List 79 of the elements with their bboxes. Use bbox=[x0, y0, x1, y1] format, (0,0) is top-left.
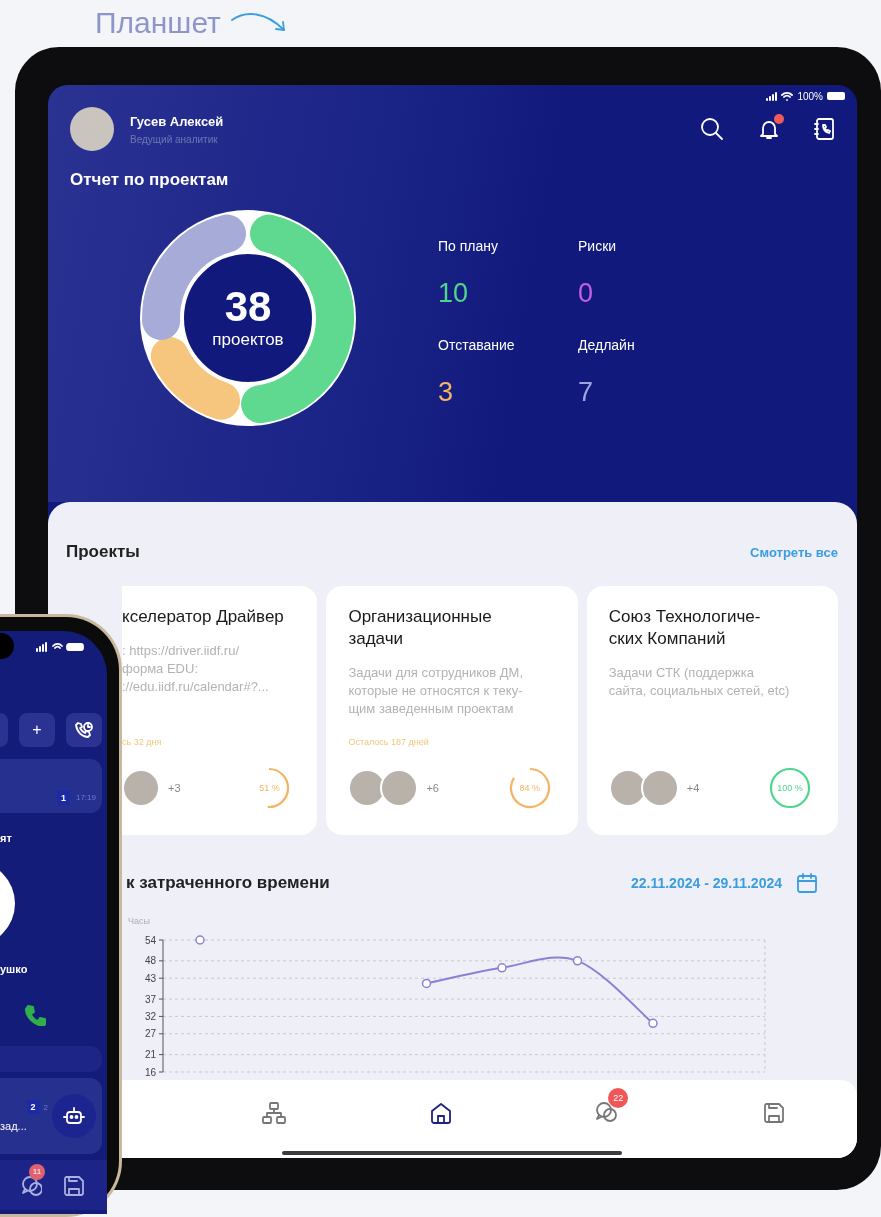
stat-label: Отставание bbox=[438, 336, 516, 355]
home-icon[interactable] bbox=[428, 1101, 453, 1125]
total-count: 38 bbox=[224, 285, 272, 329]
phone-clock-icon bbox=[74, 720, 94, 740]
axis-tick-label: 37 bbox=[144, 993, 156, 1005]
card-description: Задачи для сотрудников ДМ, которые не относятся к теку- щим заведенным проектам bbox=[348, 664, 525, 718]
robot-icon bbox=[63, 1105, 85, 1127]
task-secondary-count: 2 bbox=[43, 1102, 48, 1112]
axis-tick-label: 27 bbox=[144, 1028, 156, 1040]
task-card[interactable]: 2 2 зад... bbox=[0, 1078, 102, 1154]
battery-percent: 100% bbox=[797, 90, 823, 102]
add-button[interactable]: + bbox=[19, 713, 55, 747]
days-remaining: Осталось 187 дней bbox=[348, 736, 430, 748]
notification-badge: 22 bbox=[608, 1088, 629, 1108]
notification-badge: 11 bbox=[29, 1164, 45, 1180]
axis-tick-label: 48 bbox=[144, 955, 156, 967]
message-time: 17:19 bbox=[75, 792, 96, 804]
project-card[interactable]: Союз Технологиче- ских Компаний Задачи СТК (поддержка сайта, социальных сетей, etc) +4 100 % bbox=[586, 586, 838, 835]
caption-label: Планшет bbox=[95, 5, 221, 41]
hierarchy-icon[interactable] bbox=[261, 1101, 288, 1125]
user-name: Гусев Алексей bbox=[130, 113, 225, 129]
stat-label: Дедлайн bbox=[578, 336, 636, 355]
days-remaining: сь 32 дня bbox=[122, 736, 163, 748]
extra-members-count: +3 bbox=[168, 782, 182, 794]
data-point bbox=[195, 935, 205, 945]
contact-name: ят bbox=[0, 831, 13, 845]
axis-tick-label: 21 bbox=[144, 1049, 156, 1061]
progress-percent: 51 % bbox=[258, 782, 281, 795]
chat-bubbles-icon[interactable] bbox=[20, 1174, 42, 1196]
unread-count: 1 bbox=[56, 791, 70, 805]
axis-title: Часы bbox=[128, 916, 150, 926]
data-point bbox=[421, 978, 432, 989]
data-point bbox=[572, 956, 583, 966]
calendar-icon[interactable] bbox=[796, 872, 818, 894]
axis-tick-label: 16 bbox=[144, 1066, 156, 1078]
axis-tick-label: 32 bbox=[144, 1010, 156, 1022]
user-role: Ведущий аналитик bbox=[130, 133, 219, 145]
data-point bbox=[648, 1018, 658, 1029]
project-card[interactable]: Организационные задачи Задачи для сотрудников ДМ, которые не относятся к теку- щим заведенным проектам Осталось 187 дней +6 84 % bbox=[326, 586, 578, 835]
stat-value: 3 bbox=[438, 376, 455, 409]
assistant-button[interactable] bbox=[52, 1094, 96, 1138]
stat-value: 7 bbox=[578, 376, 595, 409]
stat-label: По плану bbox=[438, 237, 499, 256]
card-title: Организационные задачи bbox=[348, 606, 493, 650]
task-count: 2 bbox=[26, 1100, 40, 1114]
stat-value: 10 bbox=[438, 277, 470, 310]
phone-call-icon[interactable] bbox=[24, 1004, 46, 1026]
extra-members-count: +6 bbox=[426, 782, 440, 794]
axis-tick-label: 54 bbox=[144, 934, 156, 946]
wifi-icon bbox=[781, 91, 794, 101]
extra-members-count: +4 bbox=[686, 782, 701, 794]
save-icon[interactable] bbox=[761, 1101, 786, 1125]
chart-title: к затраченного времени bbox=[126, 873, 330, 893]
phone-status-icons bbox=[35, 640, 85, 652]
data-point bbox=[497, 963, 507, 973]
call-history-button[interactable] bbox=[66, 713, 102, 747]
save-icon[interactable] bbox=[62, 1174, 84, 1196]
battery-icon bbox=[827, 92, 845, 100]
project-card[interactable]: кселератор Драйвер : https://driver.iidf.ru/ форма EDU: ://edu.iidf.ru/calendar#?... сь 32 дня +3 51 % bbox=[122, 586, 318, 835]
phone-book-icon[interactable] bbox=[813, 117, 837, 141]
total-label: проектов bbox=[212, 329, 284, 351]
card-title: кселератор Драйвер bbox=[122, 606, 285, 628]
section-title: Отчет по проектам bbox=[70, 169, 230, 191]
axis-tick-label: 43 bbox=[144, 972, 156, 984]
card-description: : https://driver.iidf.ru/ форма EDU: ://edu.iidf.ru/calendar#?... bbox=[122, 642, 270, 696]
camera-notch bbox=[0, 633, 14, 659]
stat-value: 0 bbox=[578, 277, 595, 310]
search-icon[interactable] bbox=[699, 116, 725, 142]
task-text: зад... bbox=[0, 1120, 28, 1132]
card-description: Задачи СТК (поддержка сайта, социальных сетей, etc) bbox=[608, 664, 791, 700]
avatar[interactable] bbox=[70, 107, 114, 151]
signal-icon bbox=[765, 91, 778, 101]
caller-name: ушко bbox=[0, 962, 29, 976]
stat-label: Риски bbox=[578, 237, 618, 256]
card-title: Союз Технологиче- ских Компаний bbox=[608, 606, 762, 650]
section-title: Проекты bbox=[66, 542, 140, 562]
progress-percent: 84 % bbox=[518, 782, 541, 795]
progress-percent: 100 % bbox=[776, 782, 804, 795]
chat-card[interactable]: 1 17:19 bbox=[0, 759, 102, 813]
